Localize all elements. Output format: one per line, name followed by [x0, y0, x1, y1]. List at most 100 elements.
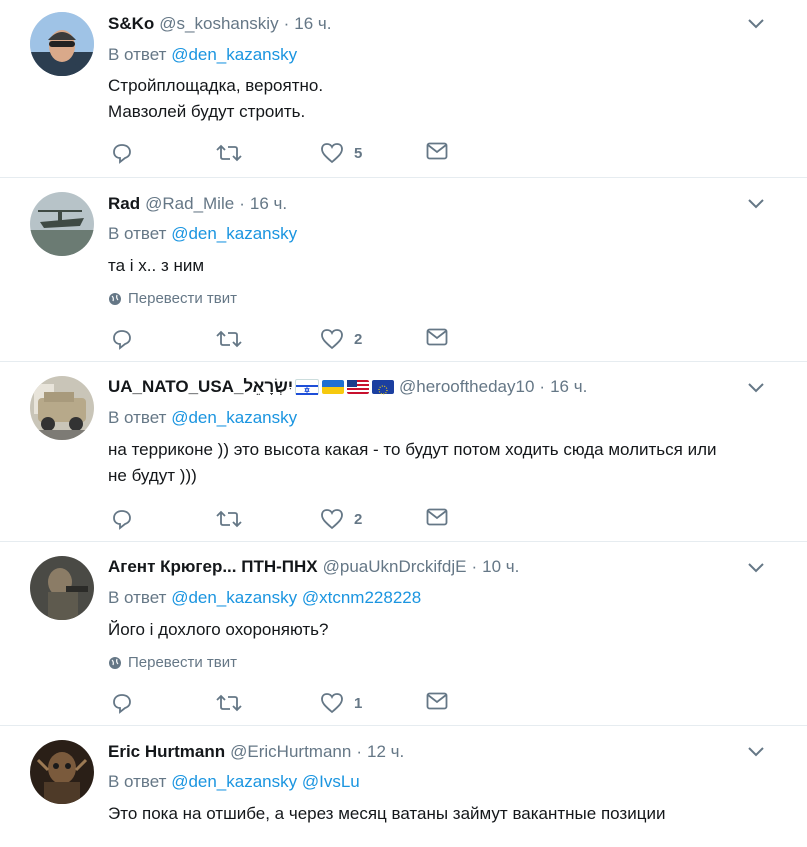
- message-button[interactable]: [426, 142, 448, 160]
- mention-link[interactable]: @den_kazansky: [171, 45, 297, 64]
- separator-dot: ·: [539, 377, 546, 396]
- chevron-down-icon[interactable]: [747, 382, 765, 394]
- tweet-actions: 2: [108, 328, 468, 352]
- tweet-text-line: не будут ))): [108, 466, 197, 485]
- reply-context: В ответ @den_kazansky @xtcnm228228: [108, 587, 421, 609]
- retweet-button[interactable]: [216, 692, 242, 714]
- author-handle[interactable]: @puaUknDrckifdjE: [323, 555, 467, 579]
- retweet-button[interactable]: [216, 142, 242, 164]
- author-handle[interactable]: @Rad_Mile: [145, 192, 234, 216]
- author-name[interactable]: Rad: [108, 192, 140, 216]
- tweet-text-line: Мавзолей будут строить.: [108, 102, 306, 121]
- author-handle[interactable]: @herooftheday10: [399, 375, 534, 399]
- message-button[interactable]: [426, 692, 448, 710]
- like-count: 2: [354, 330, 363, 348]
- tweet-text: Стройплощадка, вероятно. Мавзолей будут …: [108, 73, 768, 125]
- timestamp[interactable]: 16 ч.: [550, 375, 587, 399]
- message-button[interactable]: [426, 328, 448, 346]
- tweet[interactable]: Агент Крюгер... ПТН-ПНХ @puaUknDrckifdjE…: [0, 542, 807, 726]
- separator-dot: ·: [239, 194, 245, 213]
- usa-flag-icon: [347, 380, 369, 394]
- author-name[interactable]: S&Ko: [108, 12, 154, 36]
- retweet-icon: [216, 330, 242, 348]
- tweet[interactable]: Rad @Rad_Mile · 16 ч. В ответ @den_kazan…: [0, 178, 807, 362]
- translate-link[interactable]: Перевести твит: [108, 290, 237, 307]
- envelope-icon: [426, 692, 448, 710]
- mention-link[interactable]: @den_kazansky: [171, 224, 297, 243]
- tweet-text: Это пока на отшибе, а через месяц ватаны…: [108, 801, 768, 827]
- chevron-down-icon[interactable]: [747, 562, 765, 574]
- mention-link[interactable]: @xtcnm228228: [302, 588, 421, 607]
- retweet-button[interactable]: [216, 508, 242, 530]
- reply-icon: [113, 510, 131, 530]
- chevron-down-icon[interactable]: [747, 746, 765, 758]
- like-button[interactable]: 1: [320, 692, 362, 714]
- retweet-button[interactable]: [216, 328, 242, 350]
- reply-button[interactable]: [111, 328, 133, 350]
- envelope-icon: [426, 508, 448, 526]
- author-handle[interactable]: @EricHurtmann: [230, 740, 351, 764]
- globe-icon: [109, 656, 121, 669]
- like-count: 5: [354, 144, 363, 162]
- tweet[interactable]: S&Ko @s_koshanskiy · 16 ч. В ответ @den_…: [0, 0, 807, 178]
- mention-link[interactable]: @den_kazansky: [171, 408, 297, 427]
- reply-prefix: В ответ: [108, 408, 167, 427]
- translate-label: Перевести твит: [128, 654, 237, 671]
- author-handle[interactable]: @s_koshanskiy: [159, 12, 278, 36]
- tweet[interactable]: Eric Hurtmann @EricHurtmann · 12 ч. В от…: [0, 726, 807, 847]
- retweet-icon: [216, 694, 242, 712]
- tweet-text: та і х.. з ним: [108, 253, 768, 279]
- heart-icon: [321, 329, 343, 350]
- timestamp[interactable]: 16 ч.: [250, 192, 287, 216]
- timestamp[interactable]: 16 ч.: [294, 12, 331, 36]
- like-button[interactable]: 2: [320, 328, 362, 350]
- reply-icon: [113, 144, 131, 164]
- avatar[interactable]: [30, 556, 94, 620]
- reply-context: В ответ @den_kazansky: [108, 407, 297, 429]
- tweet-text: на терриконе )) это высота какая - то бу…: [108, 437, 768, 489]
- reply-icon: [113, 330, 131, 350]
- reply-prefix: В ответ: [108, 772, 167, 791]
- reply-icon: [113, 694, 131, 714]
- avatar[interactable]: [30, 740, 94, 804]
- tweet-text-line: та і х.. з ним: [108, 256, 205, 275]
- author-name[interactable]: Агент Крюгер... ПТН-ПНХ: [108, 555, 318, 579]
- tweet-text: Його і дохлого охороняють?: [108, 617, 768, 643]
- tweet-text-line: Стройплощадка, вероятно.: [108, 76, 324, 95]
- avatar[interactable]: [30, 376, 94, 440]
- timestamp[interactable]: 10 ч.: [482, 555, 519, 579]
- mention-link[interactable]: @den_kazansky: [171, 772, 297, 791]
- tweet-text-line: Это пока на отшибе, а через месяц ватаны…: [108, 804, 666, 823]
- separator-dot: ·: [356, 742, 362, 761]
- reply-context: В ответ @den_kazansky: [108, 44, 297, 66]
- avatar[interactable]: [30, 192, 94, 256]
- author-name[interactable]: UA_NATO_USA_יִשְׂרָאֵל: [108, 375, 293, 399]
- reply-button[interactable]: [111, 142, 133, 164]
- retweet-icon: [216, 510, 242, 528]
- separator-dot: ·: [471, 557, 478, 576]
- flags: [295, 379, 394, 395]
- reply-context: В ответ @den_kazansky @IvsLu: [108, 771, 360, 793]
- envelope-icon: [426, 328, 448, 346]
- tweet[interactable]: UA_NATO_USA_יִשְׂרָאֵל @herooftheday10 ·…: [0, 362, 807, 542]
- heart-icon: [321, 693, 343, 714]
- timestamp[interactable]: 12 ч.: [367, 740, 404, 764]
- chevron-down-icon[interactable]: [747, 198, 765, 210]
- avatar[interactable]: [30, 12, 94, 76]
- reply-button[interactable]: [111, 508, 133, 530]
- tweet-actions: 1: [108, 692, 468, 716]
- mention-link[interactable]: @den_kazansky: [171, 588, 297, 607]
- heart-icon: [321, 143, 343, 164]
- mention-link[interactable]: @IvsLu: [302, 772, 360, 791]
- tweet-actions: 5: [108, 142, 468, 166]
- message-button[interactable]: [426, 508, 448, 526]
- translate-link[interactable]: Перевести твит: [108, 654, 237, 671]
- reply-button[interactable]: [111, 692, 133, 714]
- tweet-text-line: на терриконе )) это высота какая - то бу…: [108, 440, 717, 459]
- author-name[interactable]: Eric Hurtmann: [108, 740, 225, 764]
- like-button[interactable]: 2: [320, 508, 362, 530]
- like-button[interactable]: 5: [320, 142, 362, 164]
- translate-label: Перевести твит: [128, 290, 237, 307]
- chevron-down-icon[interactable]: [747, 18, 765, 30]
- like-count: 1: [354, 694, 363, 712]
